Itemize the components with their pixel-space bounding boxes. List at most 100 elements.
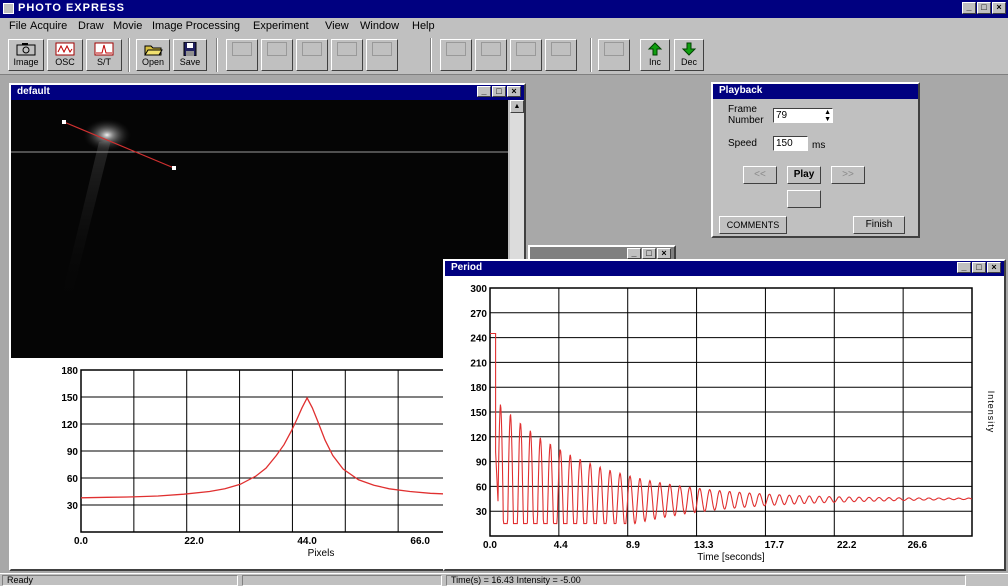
image-window-maximize-button[interactable]: □ xyxy=(492,86,506,97)
menu-experiment[interactable]: Experiment xyxy=(253,20,309,32)
y-tick-label: 60 xyxy=(476,482,488,493)
open-button[interactable]: Open xyxy=(136,39,170,71)
image-window-close-button[interactable]: × xyxy=(507,86,521,97)
disabled-tool-button-4[interactable] xyxy=(331,39,363,71)
line-tool-icon xyxy=(232,42,252,56)
disabled-tool-button-3[interactable] xyxy=(296,39,328,71)
scroll-up-arrow[interactable]: ▲ xyxy=(510,100,524,113)
folder-open-icon xyxy=(144,45,163,56)
period-title-bar[interactable]: Period _ □ × xyxy=(445,261,1004,276)
speaker-tool-icon xyxy=(372,42,392,56)
disabled-tool-button-7[interactable] xyxy=(475,39,507,71)
menu-acquire[interactable]: Acquire xyxy=(30,20,67,32)
period-window-close-button[interactable]: × xyxy=(987,262,1001,273)
disabled-tool-button-5[interactable] xyxy=(366,39,398,71)
maximize-button[interactable]: □ xyxy=(977,2,991,14)
menu-window[interactable]: Window xyxy=(360,20,399,32)
disabled-tool-button-2[interactable] xyxy=(261,39,293,71)
profile-window[interactable]: 30 60 90 120 150 180 0.0 22.0 44.0 66.0 Pixels xyxy=(9,358,454,571)
period-plot-area: 30 60 90 120 150 180 210 240 270 300 0.0 4.4 8.9 13.3… xyxy=(445,276,1004,569)
frame-number-value: 79 xyxy=(776,110,788,121)
disabled-tool-button-10[interactable] xyxy=(598,39,630,71)
camera-icon xyxy=(16,43,36,56)
frame-number-field[interactable]: 79 ▲ ▼ xyxy=(773,108,833,123)
y-tick-label: 210 xyxy=(470,358,487,369)
app-icon xyxy=(3,3,14,14)
dec-button-label: Dec xyxy=(680,57,697,67)
arrow-down-icon xyxy=(681,42,697,56)
frame-spin-arrows-icon[interactable]: ▲ ▼ xyxy=(824,109,831,123)
mode-tool-icon xyxy=(604,42,624,56)
disabled-tool-button-1[interactable] xyxy=(226,39,258,71)
background-window-minimize-button[interactable]: _ xyxy=(627,248,641,259)
playback-title-bar[interactable]: Playback xyxy=(713,84,918,99)
disabled-tool-button-8[interactable] xyxy=(510,39,542,71)
crop-tool-icon xyxy=(481,42,501,56)
disabled-tool-button-9[interactable] xyxy=(545,39,577,71)
profile-start-handle[interactable] xyxy=(62,120,66,124)
frame-number-label: Frame Number xyxy=(728,104,764,126)
camera-image-view[interactable] xyxy=(11,100,508,365)
image-button[interactable]: Image xyxy=(8,39,44,71)
close-button[interactable]: × xyxy=(992,2,1006,14)
x-tick-label: 22.0 xyxy=(184,536,204,547)
image-window-title-bar[interactable]: default _ □ × xyxy=(11,85,524,100)
menu-help[interactable]: Help xyxy=(412,20,435,32)
grid-tool-icon xyxy=(446,42,466,56)
playback-window[interactable]: Playback Frame Number 79 ▲ ▼ Speed 150 ms… xyxy=(711,82,920,238)
status-pane-empty xyxy=(242,575,442,586)
minimize-button[interactable]: _ xyxy=(962,2,976,14)
menu-view[interactable]: View xyxy=(325,20,349,32)
y-tick-label: 180 xyxy=(470,383,487,394)
fit-tool-icon xyxy=(551,42,571,56)
x-tick-label: 0.0 xyxy=(74,536,88,547)
play-button[interactable]: Play xyxy=(787,166,821,184)
period-window[interactable]: Period _ □ × 30 60 90 120 150 180 210 240 270 300… xyxy=(443,259,1006,571)
period-window-maximize-button[interactable]: □ xyxy=(972,262,986,273)
x-tick-label: 13.3 xyxy=(694,540,714,551)
image-window-title: default xyxy=(17,86,50,97)
app-title: PHOTO EXPRESS xyxy=(18,2,125,14)
stop-button[interactable] xyxy=(787,190,821,208)
speed-value: 150 xyxy=(776,138,793,149)
background-window-close-button[interactable]: × xyxy=(657,248,671,259)
image-window-minimize-button[interactable]: _ xyxy=(477,86,491,97)
st-button[interactable]: S/T xyxy=(86,39,122,71)
save-button[interactable]: Save xyxy=(173,39,207,71)
dib-tool-icon xyxy=(302,42,322,56)
profile-end-handle[interactable] xyxy=(172,166,176,170)
app-title-bar: PHOTO EXPRESS _ □ × xyxy=(0,0,1008,18)
finish-button[interactable]: Finish xyxy=(853,216,905,234)
profile-chart: 30 60 90 120 150 180 0.0 22.0 44.0 66.0 Pixels xyxy=(61,366,452,559)
x-tick-label: 0.0 xyxy=(483,540,497,551)
inc-button-label: Inc xyxy=(648,57,661,67)
forward-button[interactable]: >> xyxy=(831,166,865,184)
rewind-button[interactable]: << xyxy=(743,166,777,184)
menu-movie[interactable]: Movie xyxy=(113,20,142,32)
osc-button[interactable]: OSC xyxy=(47,39,83,71)
period-window-minimize-button[interactable]: _ xyxy=(957,262,971,273)
toolbar-separator xyxy=(216,38,218,72)
speed-field[interactable]: 150 xyxy=(773,136,808,151)
camera-image xyxy=(11,119,508,300)
y-tick-label: 180 xyxy=(61,366,78,377)
toolbar-separator xyxy=(590,38,592,72)
status-text: Ready xyxy=(2,575,238,586)
disabled-tool-button-6[interactable] xyxy=(440,39,472,71)
x-axis-label: Pixels xyxy=(308,548,335,559)
inc-button[interactable]: Inc xyxy=(640,39,670,71)
trace-icon xyxy=(94,42,114,56)
menu-draw[interactable]: Draw xyxy=(78,20,104,32)
speed-unit: ms xyxy=(812,140,826,151)
background-window-maximize-button[interactable]: □ xyxy=(642,248,656,259)
menu-image-processing[interactable]: Image Processing xyxy=(152,20,240,32)
arrow-tool-icon xyxy=(516,42,536,56)
x-axis-label: Time [seconds] xyxy=(697,552,765,563)
comments-button[interactable]: COMMENTS xyxy=(719,216,787,234)
dec-button[interactable]: Dec xyxy=(674,39,704,71)
save-button-label: Save xyxy=(179,57,201,67)
image-button-label: Image xyxy=(13,57,39,67)
open-button-label: Open xyxy=(141,57,165,67)
y-tick-label: 120 xyxy=(470,433,487,444)
menu-file[interactable]: File xyxy=(9,20,27,32)
